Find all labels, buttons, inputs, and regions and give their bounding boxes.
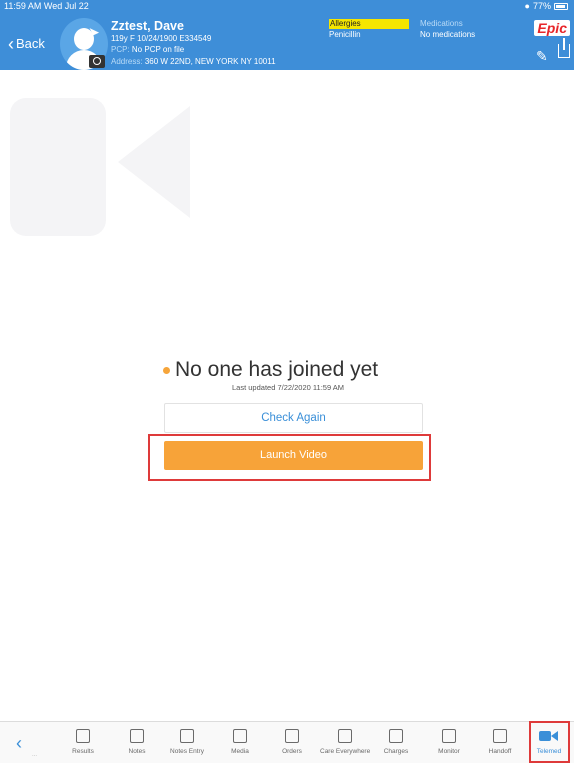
tab-results[interactable]: Results (58, 729, 108, 755)
battery-icon (554, 2, 568, 10)
chevron-left-icon: ‹ (8, 33, 14, 54)
status-indicators: ● 77% (525, 1, 568, 11)
pcp-label: PCP: (111, 45, 130, 54)
video-camera-watermark (10, 98, 106, 236)
last-updated-text: Last updated 7/22/2020 11:59 AM (232, 383, 345, 392)
tab-care-everywhere[interactable]: Care Everywhere (320, 729, 370, 755)
monitor-icon (442, 729, 456, 743)
tab-label: Media (231, 748, 249, 755)
highlight-box-launch-video (148, 434, 431, 481)
camera-icon[interactable] (89, 55, 105, 68)
patient-demographics: 119y F 10/24/1900 E334549 (111, 34, 212, 43)
patient-name[interactable]: Zztest, Dave (111, 19, 184, 33)
tab-label: Charges (383, 748, 409, 755)
tab-orders[interactable]: Orders (267, 729, 317, 755)
bottom-tab-bar: ‹ ... Results Notes Notes Entry Media Or… (0, 721, 574, 763)
pcp-line: PCP: No PCP on file (111, 45, 184, 54)
highlight-box-telemed-tab (529, 721, 570, 763)
video-camera-watermark-lens (118, 106, 190, 218)
mouse-pointer-icon: ➤ (88, 24, 100, 40)
tab-label: Monitor (438, 748, 460, 755)
handoff-icon (493, 729, 507, 743)
tab-charges[interactable]: Charges (371, 729, 421, 755)
medications-label[interactable]: Medications (420, 19, 463, 28)
tab-label: Notes (128, 748, 146, 755)
tab-notes[interactable]: Notes (112, 729, 162, 755)
tab-label: Notes Entry (170, 748, 204, 755)
tab-label: Orders (282, 748, 302, 755)
medications-value: No medications (420, 30, 476, 39)
results-icon (76, 729, 90, 743)
orders-icon (285, 729, 299, 743)
allergies-value: Penicillin (329, 30, 361, 39)
care-everywhere-icon (338, 729, 352, 743)
address-label: Address: (111, 57, 143, 66)
waiting-status: No one has joined yet (163, 358, 378, 382)
allergies-label[interactable]: Allergies (329, 19, 409, 29)
back-label: Back (16, 36, 45, 51)
tab-label: Handoff (488, 748, 512, 755)
patient-header: 11:59 AM Wed Jul 22 ● 77% ‹ Back ➤ Zztes… (0, 0, 574, 70)
battery-percent: 77% (532, 1, 551, 11)
tab-notes-entry[interactable]: Notes Entry (162, 729, 212, 755)
tab-faded-label: ... (32, 752, 38, 758)
tab-label: Results (72, 748, 94, 755)
notes-entry-icon (180, 729, 194, 743)
address-value: 360 W 22ND, NEW YORK NY 10011 (144, 57, 276, 66)
tab-media[interactable]: Media (215, 729, 265, 755)
share-icon[interactable] (558, 38, 570, 58)
tab-label: Care Everywhere (320, 748, 371, 755)
tab-handoff[interactable]: Handoff (475, 729, 525, 755)
address-line: Address: 360 W 22ND, NEW YORK NY 10011 (111, 57, 276, 66)
media-icon (233, 729, 247, 743)
tabbar-back-chevron-icon[interactable]: ‹ (16, 734, 22, 752)
waiting-status-text: No one has joined yet (175, 358, 379, 381)
check-again-button[interactable]: Check Again (164, 403, 423, 433)
status-dot-icon (163, 366, 170, 374)
wifi-icon: ● (524, 1, 530, 11)
epic-logo: Epic (534, 20, 570, 36)
tab-monitor[interactable]: Monitor (424, 729, 474, 755)
charges-icon (389, 729, 403, 743)
edit-pencil-icon[interactable]: ✎ (536, 48, 548, 65)
back-button[interactable]: ‹ Back (8, 33, 45, 54)
notes-icon (130, 729, 144, 743)
status-time: 11:59 AM Wed Jul 22 (4, 1, 89, 11)
pcp-value: No PCP on file (131, 45, 185, 54)
